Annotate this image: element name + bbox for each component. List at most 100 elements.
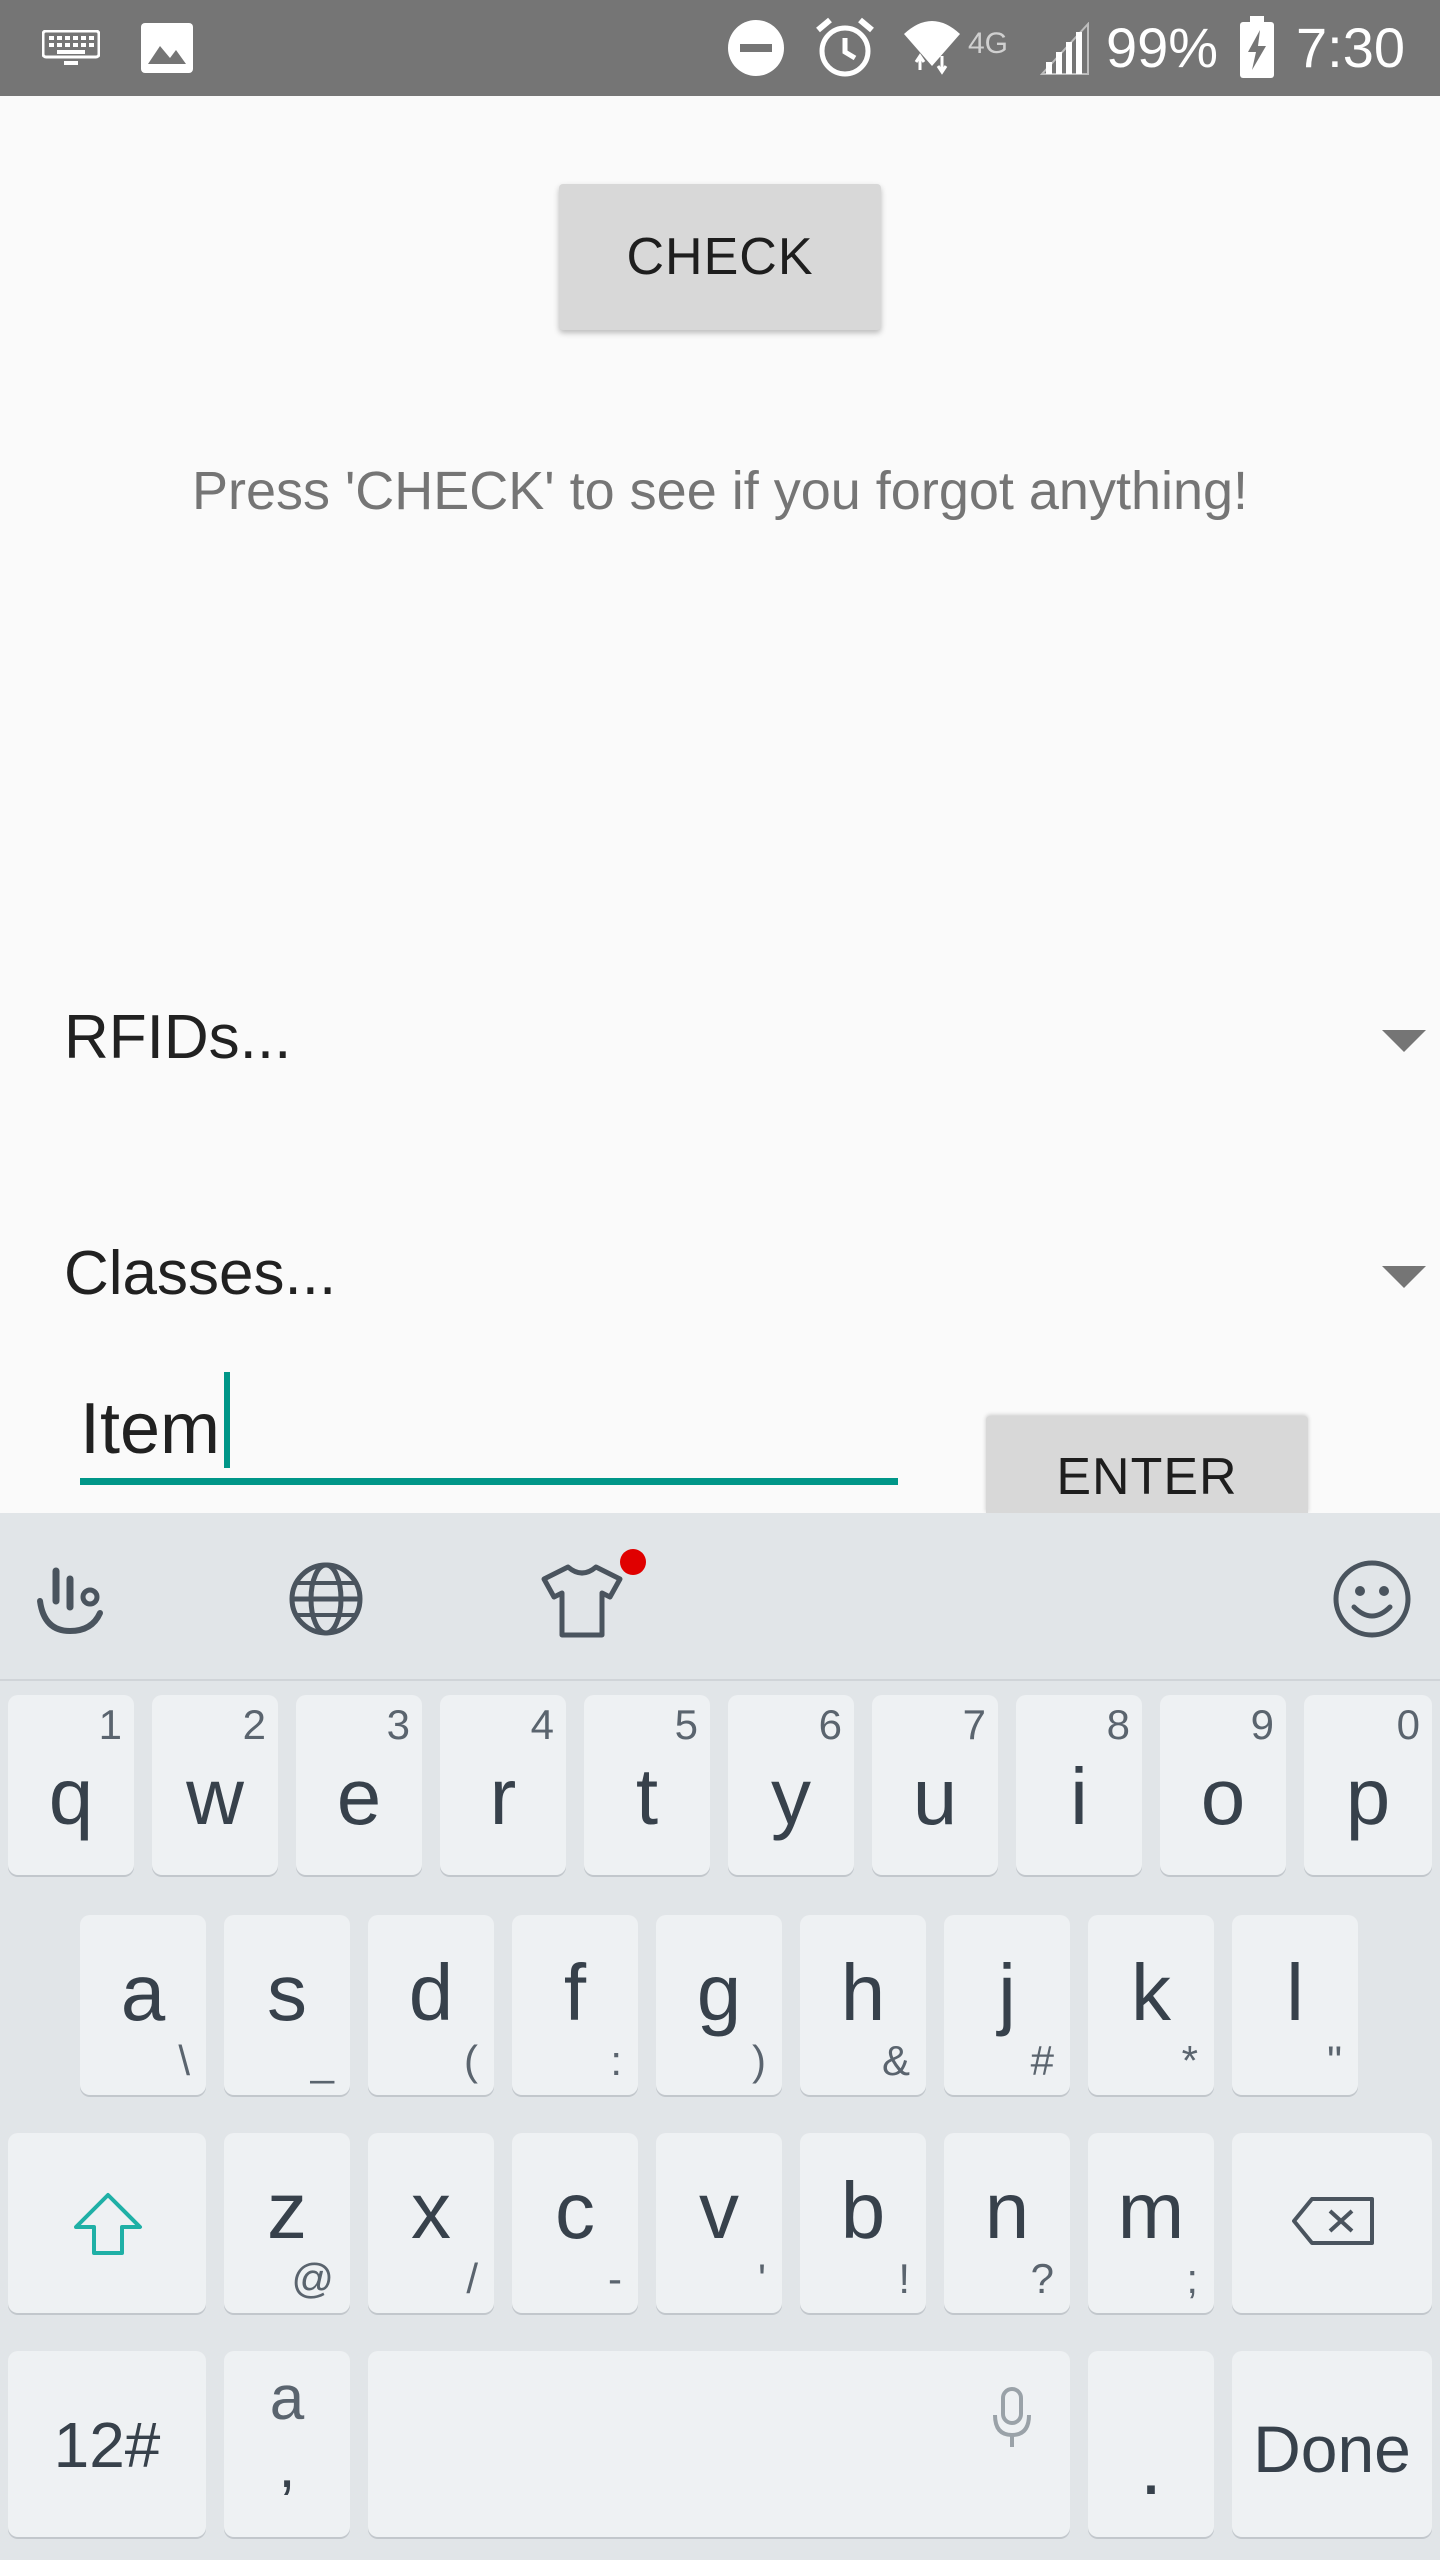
- key-label: e: [336, 1752, 382, 1841]
- key-u[interactable]: 7 u: [872, 1695, 998, 1875]
- shift-arrow-icon: [74, 2193, 142, 2255]
- done-key[interactable]: Done: [1232, 2351, 1432, 2537]
- key-k[interactable]: k *: [1088, 1915, 1214, 2095]
- key-hint: 6: [818, 1701, 842, 1748]
- enter-button[interactable]: ENTER: [986, 1416, 1308, 1513]
- check-button[interactable]: CHECK: [559, 184, 881, 330]
- backspace-key[interactable]: [1232, 2133, 1432, 2313]
- key-hint: 3: [386, 1701, 410, 1748]
- language-key[interactable]: a ,: [224, 2351, 350, 2537]
- key-f[interactable]: f :: [512, 1915, 638, 2095]
- key-p[interactable]: 0 p: [1304, 1695, 1432, 1875]
- notification-dot: [620, 1549, 646, 1575]
- key-label: i: [1070, 1752, 1088, 1841]
- key-j[interactable]: j #: [944, 1915, 1070, 2095]
- space-bar[interactable]: [368, 2351, 1070, 2537]
- backspace-icon: [1292, 2197, 1374, 2245]
- key-hint: ): [752, 2037, 766, 2084]
- key-hint: 2: [242, 1701, 266, 1748]
- key-v[interactable]: v ': [656, 2133, 782, 2313]
- key-label: 12#: [53, 2409, 161, 2481]
- key-label: l: [1286, 1948, 1304, 2037]
- key-y[interactable]: 6 y: [728, 1695, 854, 1875]
- key-label: a: [120, 1948, 166, 2037]
- dropdown-arrow-icon: [1382, 1030, 1426, 1052]
- key-label: t: [635, 1752, 659, 1841]
- key-a[interactable]: a \: [80, 1915, 206, 2095]
- alarm-icon: [816, 17, 874, 77]
- key-hint: ': [757, 2255, 766, 2302]
- key-label: x: [411, 2166, 451, 2255]
- text-caret: [224, 1372, 230, 1468]
- classes-spinner-label: Classes...: [64, 1239, 337, 1308]
- key-h[interactable]: h &: [800, 1915, 926, 2095]
- battery-percent: 99%: [1106, 16, 1219, 79]
- key-g[interactable]: g ): [656, 1915, 782, 2095]
- key-label: c: [555, 2166, 595, 2255]
- key-label: f: [563, 1948, 587, 2037]
- key-i[interactable]: 8 i: [1016, 1695, 1142, 1875]
- key-label: o: [1200, 1752, 1246, 1841]
- key-label: ,: [278, 2432, 296, 2501]
- clock: 7:30: [1296, 16, 1405, 79]
- key-label: s: [267, 1948, 307, 2037]
- network-type-label: 4G: [968, 27, 1009, 60]
- emoji-icon[interactable]: [1332, 1559, 1412, 1639]
- key-z[interactable]: z @: [224, 2133, 350, 2313]
- app-content: CHECK Press 'CHECK' to see if you forgot…: [0, 96, 1440, 1513]
- key-w[interactable]: 2 w: [152, 1695, 278, 1875]
- swipe-gesture-icon[interactable]: [30, 1557, 110, 1637]
- item-input-underline: [80, 1478, 898, 1485]
- key-t[interactable]: 5 t: [584, 1695, 710, 1875]
- key-q[interactable]: 1 q: [8, 1695, 134, 1875]
- key-hint: 1: [98, 1701, 122, 1748]
- rfids-spinner-label: RFIDs...: [64, 1003, 292, 1072]
- period-key[interactable]: .: [1088, 2351, 1214, 2537]
- key-label: p: [1345, 1752, 1391, 1841]
- status-bar: 4G 99% 7:30: [0, 0, 1440, 96]
- shift-key[interactable]: [8, 2133, 206, 2313]
- key-label: .: [1139, 2422, 1163, 2511]
- key-label: k: [1131, 1948, 1171, 2037]
- key-label: g: [696, 1948, 742, 2037]
- key-d[interactable]: d (: [368, 1915, 494, 2095]
- key-c[interactable]: c -: [512, 2133, 638, 2313]
- key-s[interactable]: s _: [224, 1915, 350, 2095]
- key-hint: ": [1327, 2037, 1342, 2084]
- numbers-key[interactable]: 12#: [8, 2351, 206, 2537]
- key-hint: 5: [674, 1701, 698, 1748]
- key-x[interactable]: x /: [368, 2133, 494, 2313]
- key-label: m: [1117, 2166, 1185, 2255]
- key-hint: 0: [1396, 1701, 1420, 1748]
- microphone-icon: [993, 2387, 1031, 2447]
- key-e[interactable]: 3 e: [296, 1695, 422, 1875]
- key-o[interactable]: 9 o: [1160, 1695, 1286, 1875]
- key-b[interactable]: b !: [800, 2133, 926, 2313]
- key-label: n: [984, 2166, 1030, 2255]
- key-label: h: [840, 1948, 886, 2037]
- key-hint: ;: [1186, 2255, 1198, 2302]
- key-hint: !: [898, 2255, 910, 2302]
- key-label: r: [489, 1752, 517, 1841]
- key-label: z: [267, 2166, 307, 2255]
- item-input[interactable]: [80, 1364, 898, 1494]
- check-hint-text: Press 'CHECK' to see if you forgot anyth…: [191, 461, 1249, 521]
- theme-shirt-icon[interactable]: [540, 1563, 624, 1639]
- wifi-icon: [904, 21, 960, 75]
- key-m[interactable]: m ;: [1088, 2133, 1214, 2313]
- classes-spinner[interactable]: Classes...: [0, 1208, 1440, 1338]
- signal-icon: [1040, 22, 1089, 75]
- key-n[interactable]: n ?: [944, 2133, 1070, 2313]
- key-label: y: [771, 1752, 811, 1841]
- key-hint: /: [466, 2255, 478, 2302]
- key-hint: _: [310, 2037, 334, 2084]
- rfids-spinner[interactable]: RFIDs...: [0, 972, 1440, 1102]
- key-l[interactable]: l ": [1232, 1915, 1358, 2095]
- key-hint: &: [881, 2037, 910, 2084]
- key-r[interactable]: 4 r: [440, 1695, 566, 1875]
- image-icon: [141, 23, 193, 73]
- soft-keyboard: 1 q 2 w 3 e 4 r 5 t 6 y 7 u 8 i 9 o 0 p …: [0, 1513, 1440, 2560]
- key-label: j: [998, 1948, 1016, 2037]
- key-hint: #: [1030, 2037, 1054, 2084]
- globe-icon[interactable]: [288, 1561, 364, 1637]
